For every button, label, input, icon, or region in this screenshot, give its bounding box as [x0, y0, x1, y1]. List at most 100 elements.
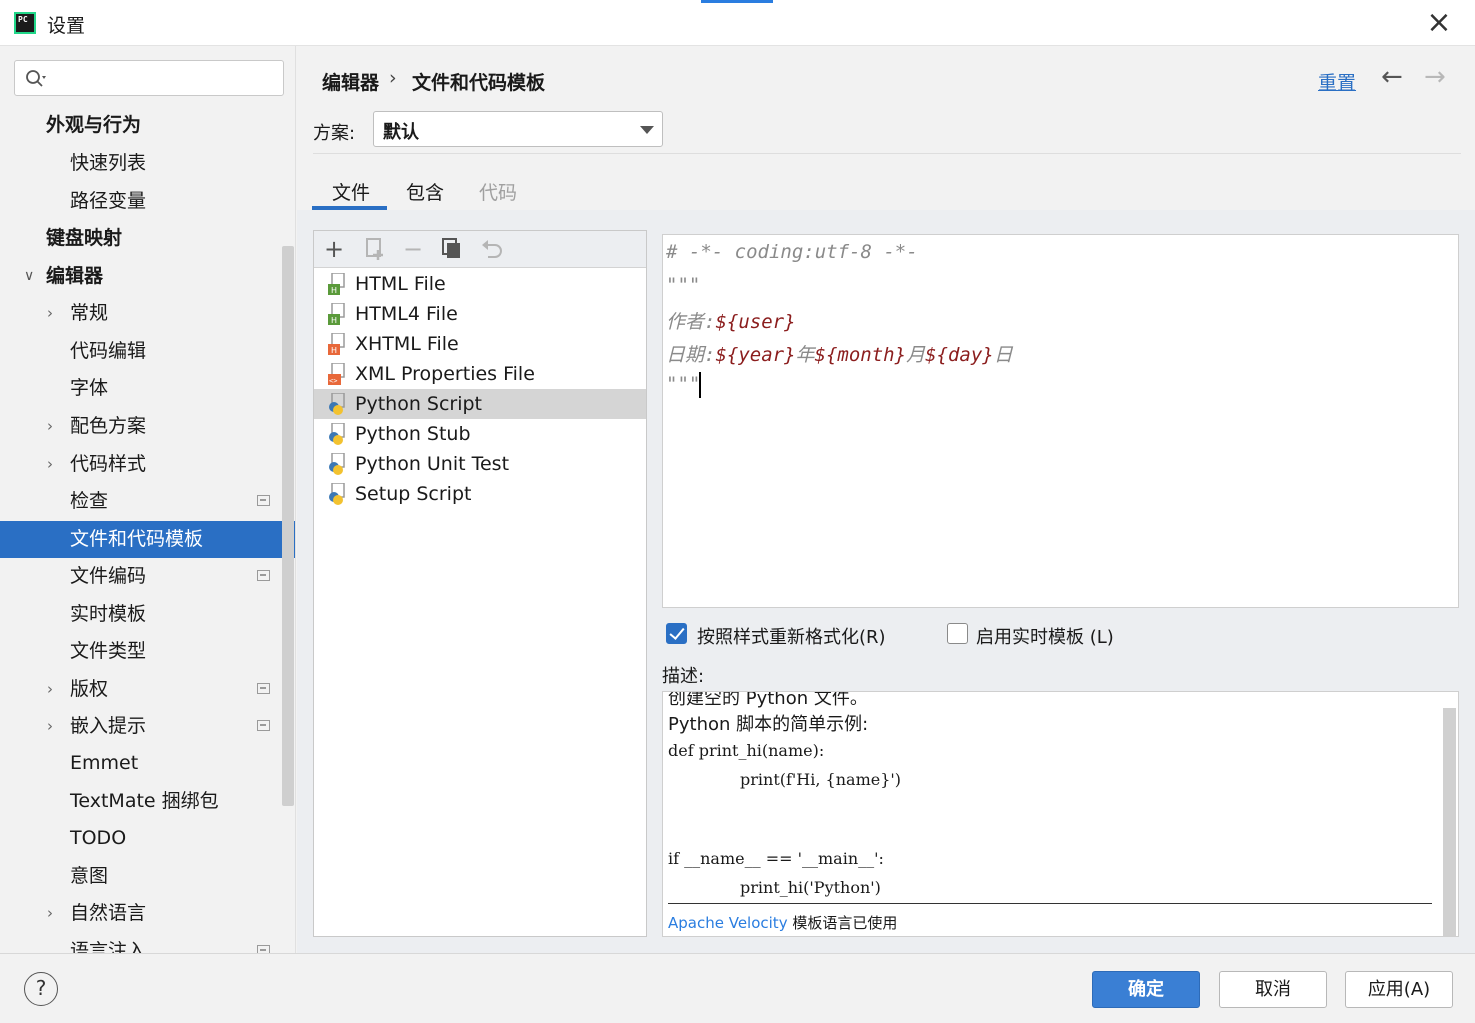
reformat-label[interactable]: 按照样式重新格式化(R)	[697, 623, 886, 649]
description-code-line: print(f'Hi, {name}')	[740, 770, 902, 789]
sidebar-item-copyright[interactable]: › 版权	[0, 671, 295, 708]
sidebar-item-editor[interactable]: ∨ 编辑器	[0, 258, 295, 295]
chevron-right-icon[interactable]: ›	[47, 895, 53, 932]
dropdown-caret-icon	[640, 126, 654, 134]
remove-icon[interactable]: −	[399, 235, 427, 263]
chevron-right-icon[interactable]: ›	[47, 408, 53, 445]
sidebar-item-font[interactable]: 字体	[0, 370, 295, 407]
sidebar-item-label: 外观与行为	[46, 114, 142, 136]
template-item-python-script[interactable]: Python Script	[314, 389, 646, 419]
scheme-dropdown[interactable]: 默认	[373, 111, 663, 147]
project-scope-icon	[257, 945, 270, 953]
sidebar-item-keymap[interactable]: 键盘映射	[0, 220, 295, 257]
svg-text:H: H	[331, 346, 337, 355]
sidebar-item-label: 字体	[70, 377, 109, 399]
description-scrollbar[interactable]	[1443, 708, 1456, 936]
chevron-right-icon[interactable]: ›	[47, 295, 53, 332]
template-list-panel: + − H HTML File H HTML4 File H XHTML Fil…	[313, 230, 647, 937]
sidebar-item-label: 文件编码	[70, 565, 147, 587]
forward-arrow-icon[interactable]: →	[1424, 62, 1446, 92]
help-button[interactable]: ?	[24, 972, 58, 1006]
sidebar-item-appearance[interactable]: 外观与行为	[0, 107, 295, 144]
sidebar-item-language-injections[interactable]: 语言注入	[0, 933, 295, 953]
ok-button[interactable]: 确定	[1092, 971, 1200, 1008]
sidebar-item-live-templates[interactable]: 实时模板	[0, 596, 295, 633]
divider	[313, 153, 1461, 154]
chevron-right-icon[interactable]: ›	[47, 708, 53, 745]
code-line-3: 作者:${user}	[666, 307, 796, 334]
back-arrow-icon[interactable]: ←	[1381, 62, 1403, 92]
live-template-label[interactable]: 启用实时模板 (L)	[976, 623, 1114, 649]
footer-divider	[0, 953, 1475, 954]
reformat-checkbox[interactable]	[666, 623, 687, 644]
sidebar-item-color-scheme[interactable]: › 配色方案	[0, 408, 295, 445]
apply-button[interactable]: 应用(A)	[1345, 971, 1453, 1008]
tab-code[interactable]: 代码	[479, 178, 517, 205]
date-label: 日期:	[666, 344, 716, 366]
title-bar	[0, 0, 1475, 46]
year-unit: 年	[795, 344, 815, 366]
live-template-checkbox[interactable]	[947, 623, 968, 644]
template-editor[interactable]: # -*- coding:utf-8 -*- """ 作者:${user} 日期…	[662, 234, 1459, 608]
description-intro: Python 脚本的简单示例:	[668, 714, 869, 735]
template-name: XHTML File	[355, 333, 459, 355]
template-item-python-stub[interactable]: Python Stub	[314, 419, 646, 449]
template-item-xhtml[interactable]: H XHTML File	[314, 329, 646, 359]
add-icon[interactable]: +	[320, 235, 348, 263]
template-toolbar: + −	[314, 231, 646, 268]
sidebar-item-file-code-templates[interactable]: 文件和代码模板	[0, 521, 295, 558]
tab-includes[interactable]: 包含	[406, 178, 444, 205]
window-title: 设置	[47, 15, 86, 37]
sidebar-item-label: 常规	[70, 302, 109, 324]
sidebar-item-quick-lists[interactable]: 快速列表	[0, 145, 295, 182]
template-item-xml-properties[interactable]: <> XML Properties File	[314, 359, 646, 389]
sidebar-item-label: 嵌入提示	[70, 715, 147, 737]
sidebar-item-code-style[interactable]: › 代码样式	[0, 446, 295, 483]
close-icon[interactable]: ×	[1422, 6, 1456, 40]
template-item-setup-script[interactable]: Setup Script	[314, 479, 646, 509]
template-name: XML Properties File	[355, 363, 535, 385]
sidebar-item-textmate[interactable]: TextMate 捆绑包	[0, 783, 295, 820]
template-name: Python Script	[355, 393, 483, 415]
code-line-4: 日期:${year}年${month}月${day}日	[666, 340, 1013, 367]
reset-link[interactable]: 重置	[1318, 68, 1356, 95]
sidebar-item-file-encodings[interactable]: 文件编码	[0, 558, 295, 595]
template-item-python-unit-test[interactable]: Python Unit Test	[314, 449, 646, 479]
tab-files[interactable]: 文件	[332, 178, 370, 205]
sidebar-item-label: 代码编辑	[70, 340, 147, 362]
python-file-icon	[329, 423, 345, 445]
sidebar-item-label: TextMate 捆绑包	[70, 790, 219, 812]
sidebar-item-inlay-hints[interactable]: › 嵌入提示	[0, 708, 295, 745]
sidebar-item-emmet[interactable]: Emmet	[0, 745, 295, 782]
cancel-button[interactable]: 取消	[1219, 971, 1327, 1008]
sidebar-scrollbar[interactable]	[282, 246, 294, 806]
apache-velocity-link[interactable]: Apache Velocity	[668, 914, 788, 932]
template-name: Python Unit Test	[355, 453, 510, 475]
copy-icon[interactable]	[438, 235, 466, 263]
sidebar-item-file-types[interactable]: 文件类型	[0, 633, 295, 670]
search-icon	[26, 70, 46, 87]
active-tab-indicator	[312, 206, 387, 210]
sidebar-item-todo[interactable]: TODO	[0, 820, 295, 857]
breadcrumb-editor[interactable]: 编辑器	[322, 68, 379, 95]
sidebar-item-code-editing[interactable]: 代码编辑	[0, 333, 295, 370]
app-icon-text: PC	[18, 15, 28, 24]
sidebar-item-natural-languages[interactable]: › 自然语言	[0, 895, 295, 932]
search-input[interactable]	[14, 60, 284, 96]
sidebar-item-intentions[interactable]: 意图	[0, 858, 295, 895]
add-child-template-icon[interactable]	[361, 235, 389, 263]
template-item-html4[interactable]: H HTML4 File	[314, 299, 646, 329]
sidebar-item-path-variables[interactable]: 路径变量	[0, 183, 295, 220]
project-scope-icon	[257, 720, 270, 731]
reset-template-icon[interactable]	[478, 235, 506, 263]
pycharm-logo-icon: PC	[14, 12, 36, 34]
template-item-html[interactable]: H HTML File	[314, 269, 646, 299]
chevron-right-icon[interactable]: ›	[47, 671, 53, 708]
text-caret	[699, 372, 701, 398]
chevron-down-icon[interactable]: ∨	[24, 258, 34, 295]
sidebar-item-general[interactable]: › 常规	[0, 295, 295, 332]
sidebar-item-inspections[interactable]: 检查	[0, 483, 295, 520]
html-file-icon: H	[328, 273, 345, 295]
sidebar-item-label: 意图	[70, 865, 109, 887]
chevron-right-icon[interactable]: ›	[47, 446, 53, 483]
